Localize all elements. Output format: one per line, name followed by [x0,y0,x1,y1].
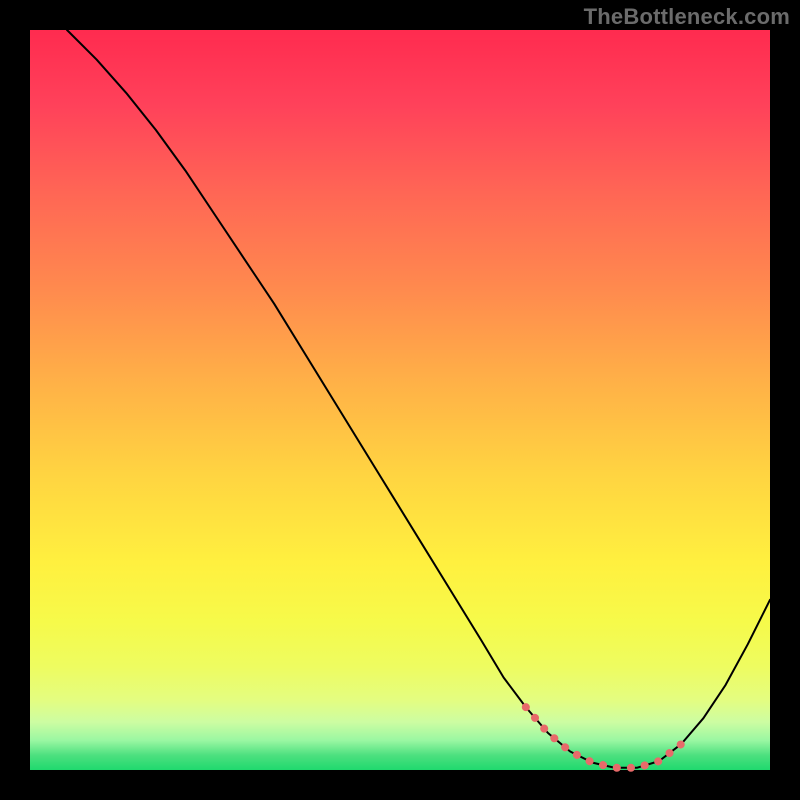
plot-background [30,30,770,770]
chart-container: TheBottleneck.com [0,0,800,800]
chart-canvas [0,0,800,800]
watermark-text: TheBottleneck.com [584,4,790,30]
